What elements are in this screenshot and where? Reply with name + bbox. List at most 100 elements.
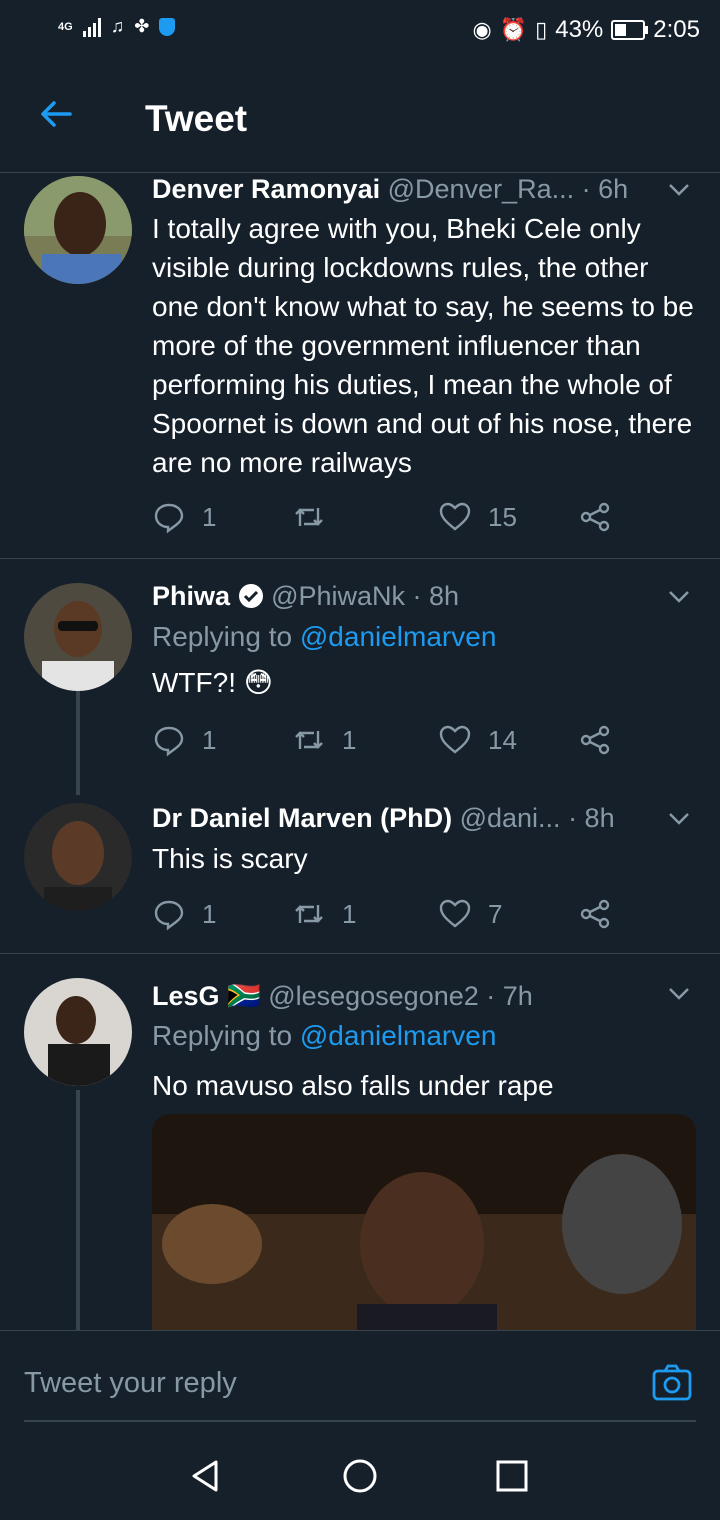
eye-icon: ◉: [472, 17, 492, 42]
reply-count: 1: [202, 501, 217, 532]
tweet-text: I totally agree with you, Bheki Cele onl…: [152, 213, 694, 478]
replying-prefix: Replying to: [152, 621, 300, 652]
replying-prefix: Replying to: [152, 1020, 300, 1051]
status-left: 4G ♫ ✤: [58, 16, 176, 37]
vibrate-icon: ▯: [535, 17, 548, 42]
tweet-header: Denver Ramonyai @Denver_Ra... · 6h: [152, 174, 660, 205]
tweet-actions: 1 15: [152, 500, 632, 540]
signal-icon: [82, 17, 101, 37]
tweet-time: · 7h: [486, 981, 533, 1011]
tweet-header: Dr Daniel Marven (PhD) @dani... · 8h: [152, 803, 660, 834]
avatar[interactable]: [24, 176, 132, 284]
battery-fill: [615, 24, 627, 36]
tweet-time: · 8h: [412, 581, 460, 611]
thread-line: [76, 1090, 80, 1330]
avatar[interactable]: [24, 583, 132, 691]
back-arrow-icon[interactable]: [36, 94, 76, 134]
battery-icon: [611, 20, 649, 40]
share-icon: [580, 502, 610, 532]
author-handle[interactable]: @lesegosegone2: [268, 981, 479, 1011]
like-icon: [439, 725, 471, 754]
retweet-icon: [295, 508, 323, 526]
chevron-down-icon[interactable]: [666, 176, 692, 202]
reply-icon: [154, 726, 184, 757]
tweet-lesg[interactable]: LesG 🇿🇦 @lesegosegone2 · 7h Replying to …: [0, 954, 720, 1330]
app-header: Tweet: [0, 62, 720, 173]
author-name[interactable]: Phiwa: [152, 581, 230, 611]
retweet-button[interactable]: [292, 500, 342, 534]
tweet-phiwa[interactable]: Phiwa @PhiwaNk · 8h Replying to @danielm…: [0, 559, 720, 795]
reply-icon: [154, 900, 184, 931]
author-name[interactable]: Denver Ramonyai: [152, 174, 380, 204]
chevron-down-icon[interactable]: [666, 805, 692, 831]
author-handle[interactable]: @dani...: [460, 803, 561, 833]
share-button[interactable]: [578, 897, 612, 931]
tweet-daniel[interactable]: Dr Daniel Marven (PhD) @dani... · 8h Thi…: [0, 781, 720, 954]
author-flag: 🇿🇦: [227, 981, 261, 1011]
like-count: 15: [488, 501, 517, 532]
like-count: 7: [488, 898, 503, 929]
retweet-icon: [295, 905, 323, 923]
composer-underline: [24, 1420, 696, 1422]
tweet-image[interactable]: [152, 1114, 696, 1330]
app-icon: ✤: [134, 16, 150, 36]
replying-to-link[interactable]: @danielmarven: [300, 1020, 497, 1051]
replying-to: Replying to @danielmarven: [152, 621, 496, 653]
music-icon: ♫: [110, 16, 125, 36]
reply-button[interactable]: 1: [152, 723, 216, 757]
author-name[interactable]: LesG: [152, 981, 220, 1011]
author-name[interactable]: Dr Daniel Marven (PhD): [152, 803, 452, 833]
tweet-feed[interactable]: Denver Ramonyai @Denver_Ra... · 6h I tot…: [0, 172, 720, 1330]
replying-to: Replying to @danielmarven: [152, 1020, 496, 1052]
tweet-denver[interactable]: Denver Ramonyai @Denver_Ra... · 6h I tot…: [0, 172, 720, 559]
retweet-count: 1: [342, 898, 357, 929]
like-button[interactable]: 14: [438, 723, 517, 757]
nav-back-icon[interactable]: [188, 1458, 224, 1494]
nav-recents-icon[interactable]: [494, 1458, 530, 1494]
avatar[interactable]: [24, 803, 132, 911]
tweet-actions: 1 1 7: [152, 897, 632, 937]
nav-home-icon[interactable]: [342, 1458, 378, 1494]
tweet-text: WTF?! 😳: [152, 667, 273, 698]
retweet-button[interactable]: 1: [292, 723, 356, 757]
retweet-button[interactable]: 1: [292, 897, 356, 931]
tweet-header: LesG 🇿🇦 @lesegosegone2 · 7h: [152, 980, 660, 1012]
system-nav-bar: [0, 1430, 720, 1520]
share-button[interactable]: [578, 500, 612, 534]
like-icon: [439, 899, 471, 928]
tweet-text: This is scary: [152, 843, 308, 874]
chevron-down-icon[interactable]: [666, 583, 692, 609]
share-icon: [580, 899, 610, 929]
reply-icon: [154, 503, 184, 534]
replying-to-link[interactable]: @danielmarven: [300, 621, 497, 652]
retweet-icon: [295, 731, 323, 749]
like-count: 14: [488, 724, 517, 755]
like-button[interactable]: 15: [438, 500, 517, 534]
share-icon: [580, 725, 610, 755]
camera-icon[interactable]: [652, 1363, 692, 1403]
reply-count: 1: [202, 724, 217, 755]
status-bar: 4G ♫ ✤ ◉ ⏰ ▯ 43% 2:05: [0, 0, 720, 62]
verified-icon: [238, 584, 263, 608]
reply-button[interactable]: 1: [152, 897, 216, 931]
avatar[interactable]: [24, 978, 132, 1086]
author-handle[interactable]: @PhiwaNk: [271, 581, 405, 611]
page-title: Tweet: [145, 98, 248, 139]
clock: 2:05: [653, 16, 700, 43]
reply-button[interactable]: 1: [152, 500, 216, 534]
network-type: 4G: [58, 20, 73, 33]
author-handle[interactable]: @Denver_Ra...: [388, 174, 574, 204]
thread-line: [76, 683, 80, 795]
like-icon: [439, 502, 471, 531]
alarm-icon: ⏰: [499, 17, 528, 42]
reply-count: 1: [202, 898, 217, 929]
retweet-count: 1: [342, 724, 357, 755]
like-button[interactable]: 7: [438, 897, 502, 931]
tweet-time: · 6h: [581, 174, 629, 204]
tweet-actions: 1 1 14: [152, 723, 632, 763]
reply-composer: Tweet your reply: [0, 1330, 720, 1431]
chevron-down-icon[interactable]: [666, 980, 692, 1006]
status-right: ◉ ⏰ ▯ 43% 2:05: [473, 16, 700, 44]
share-button[interactable]: [578, 723, 612, 757]
reply-input[interactable]: Tweet your reply: [24, 1367, 237, 1400]
